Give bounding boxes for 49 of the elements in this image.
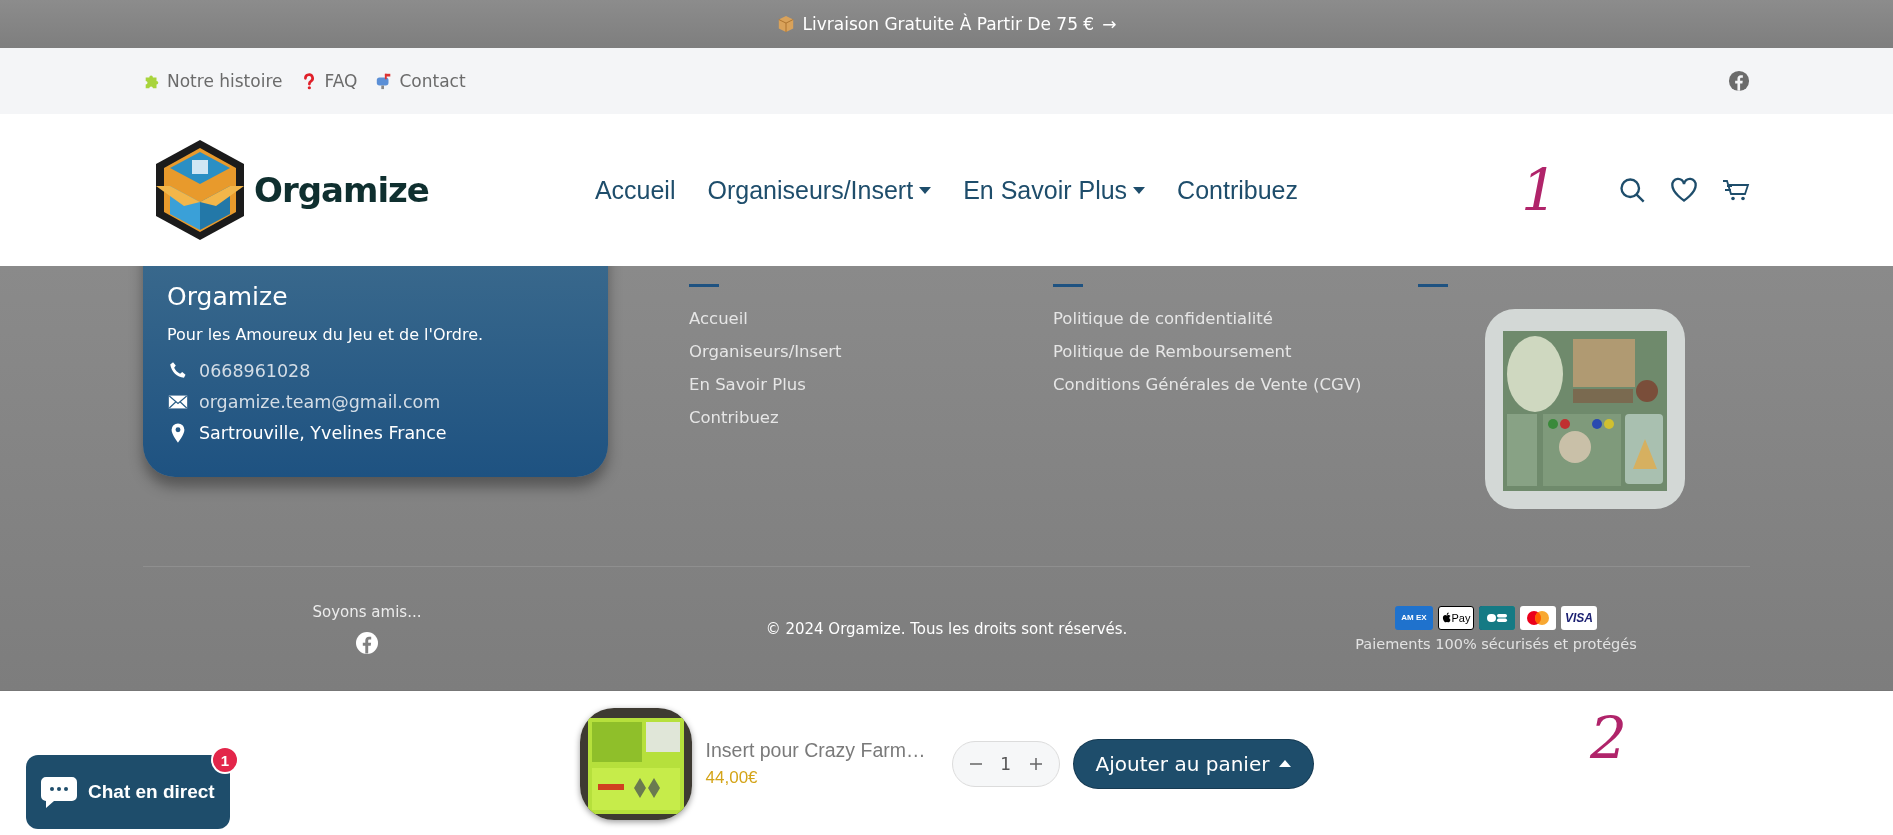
amex-card: AM EX [1395,605,1433,630]
visa-card: VISA [1561,605,1597,630]
chat-bubble-icon [40,775,78,809]
facebook-icon[interactable] [1728,70,1750,92]
notification-badge: 1 [211,746,239,774]
product-price: 44,00€ [705,768,759,788]
plus-icon[interactable] [1028,756,1043,771]
contact-text[interactable]: orgamize.team@gmail.com [199,392,441,412]
handwritten-mark: 2 [1590,709,1627,767]
top-link[interactable]: Notre histoire [143,71,283,91]
top-link[interactable]: Contact [375,71,466,91]
brand-name[interactable]: Orgamize [254,170,429,210]
contact-text[interactable]: 0668961028 [199,361,311,381]
apple-pay-card: Pay [1438,605,1474,630]
nav-link[interactable]: En Savoir Plus [963,175,1146,205]
facebook-icon[interactable] [355,630,379,655]
footer-link[interactable]: Politique de Remboursement [1053,342,1418,361]
footer-link[interactable]: Accueil [689,309,1053,328]
payment-note: Paiements 100% sécurisés et protégés [1355,635,1637,652]
caret-icon [1279,760,1292,767]
nav-link[interactable]: Accueil [594,175,676,205]
apple-icon [1441,612,1451,623]
caret-icon [1133,186,1146,194]
footer-link[interactable]: En Savoir Plus [689,375,1053,394]
top-link[interactable]: FAQ [300,71,358,91]
card-title: Orgamize [167,282,289,311]
footer-link[interactable]: Contribuez [689,408,1053,427]
nav-link[interactable]: Contribuez [1177,175,1298,205]
product-name: Insert pour Crazy Farm… [705,739,927,762]
handwritten-mark: 1 [1521,161,1558,219]
arrow-link[interactable]: → [1102,14,1117,34]
caret-icon [919,186,932,194]
footer-link[interactable]: Organiseurs/Insert [689,342,1053,361]
contact-text: Sartrouville, Yvelines France [199,423,447,443]
nav-link[interactable]: Organiseurs/Insert [707,175,932,205]
quantity-stepper[interactable]: 1 [951,740,1060,787]
announcement-text: Livraison Gratuite À Partir De 75 € [802,14,1095,34]
footer-link[interactable]: Conditions Générales de Vente (CGV) [1053,375,1418,394]
social-label: Soyons amis... [312,602,422,621]
search-icon[interactable] [1618,176,1646,204]
heart-icon[interactable] [1670,176,1698,204]
cb-card-icon [1479,605,1515,630]
tagline: Pour les Amoureux du Jeu et de l'Ordre. [167,325,485,344]
add-to-cart-button[interactable]: Ajouter au panier [1073,739,1314,788]
copyright-text: © 2024 Orgamize. Tous les droits sont réservés. [764,619,1129,638]
mastercard-icon [1520,605,1556,630]
package-icon [776,15,795,33]
quantity-field[interactable]: 1 [998,753,1013,774]
footer-link[interactable]: Politique de confidentialité [1053,309,1418,328]
